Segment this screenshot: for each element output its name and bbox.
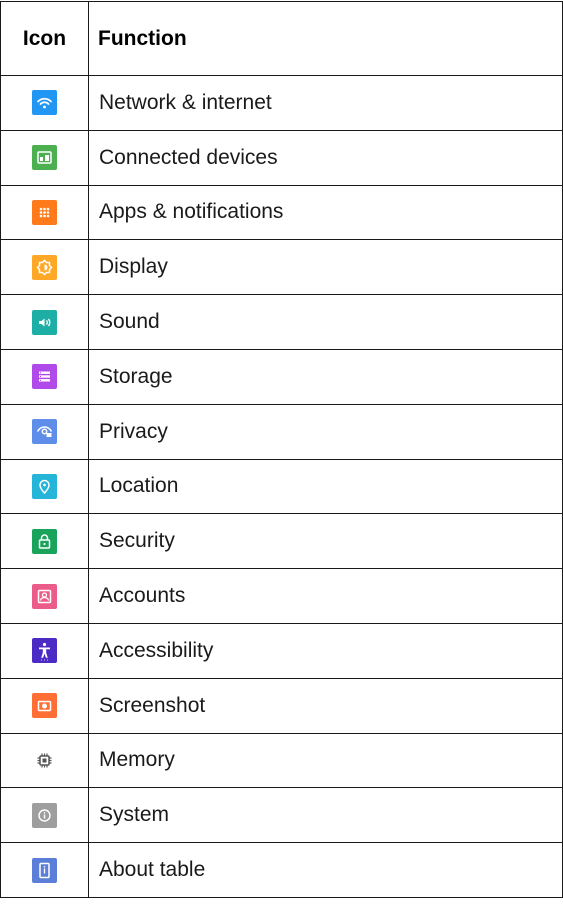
function-table: Icon Function Network & internet Connecte…	[0, 1, 563, 898]
apps-grid-icon	[32, 199, 57, 225]
icon-cell	[0, 732, 89, 789]
table-row: System	[0, 787, 563, 844]
memory-chip-icon	[32, 747, 57, 773]
icon-cell	[0, 403, 89, 460]
table-row: Memory	[0, 732, 563, 789]
location-pin-icon	[32, 473, 57, 499]
function-label: Accessibility	[88, 622, 563, 679]
volume-icon	[32, 309, 57, 335]
icon-cell	[0, 129, 89, 186]
account-icon	[32, 583, 57, 609]
function-label: Memory	[88, 732, 563, 789]
icon-cell	[0, 622, 89, 679]
function-label: About table	[88, 842, 563, 898]
brightness-icon	[32, 254, 57, 280]
function-label: Sound	[88, 294, 563, 350]
table-row: Network & internet	[0, 75, 563, 131]
icon-cell	[0, 184, 89, 241]
icon-cell	[0, 458, 89, 515]
table-row: Display	[0, 239, 563, 296]
function-label: Accounts	[88, 568, 563, 624]
function-label: Storage	[88, 348, 563, 405]
icon-column-header: Icon	[0, 1, 89, 76]
table-row: Apps & notifications	[0, 184, 563, 241]
table-row: Screenshot	[0, 677, 563, 734]
privacy-eye-icon	[32, 419, 57, 445]
icon-cell	[0, 75, 89, 131]
function-column-header: Function	[88, 1, 563, 76]
connected-devices-icon	[32, 145, 57, 171]
icon-cell	[0, 568, 89, 624]
function-label: System	[88, 787, 563, 844]
function-label: Privacy	[88, 403, 563, 460]
icon-cell	[0, 842, 89, 898]
storage-icon	[32, 364, 57, 390]
function-label: Display	[88, 239, 563, 296]
table-row: Sound	[0, 294, 563, 350]
accessibility-icon	[32, 638, 57, 664]
table-row: Connected devices	[0, 129, 563, 186]
table-row: Accessibility	[0, 622, 563, 679]
table-row: Privacy	[0, 403, 563, 460]
info-icon	[32, 802, 57, 828]
table-header-row: Icon Function	[0, 1, 563, 76]
function-label: Network & internet	[88, 75, 563, 131]
table-row: Security	[0, 513, 563, 570]
wifi-icon	[32, 90, 57, 116]
table-row: Accounts	[0, 568, 563, 624]
function-label: Security	[88, 513, 563, 570]
icon-cell	[0, 239, 89, 296]
function-label: Screenshot	[88, 677, 563, 734]
icon-cell	[0, 677, 89, 734]
camera-icon	[32, 693, 57, 719]
table-row: Location	[0, 458, 563, 515]
table-row: Storage	[0, 348, 563, 405]
icon-cell	[0, 348, 89, 405]
function-label: Apps & notifications	[88, 184, 563, 241]
function-label: Connected devices	[88, 129, 563, 186]
function-label: Location	[88, 458, 563, 515]
tablet-info-icon	[32, 857, 57, 883]
icon-cell	[0, 787, 89, 844]
icon-cell	[0, 294, 89, 350]
table-row: About table	[0, 842, 563, 898]
icon-cell	[0, 513, 89, 570]
lock-icon	[32, 528, 57, 554]
